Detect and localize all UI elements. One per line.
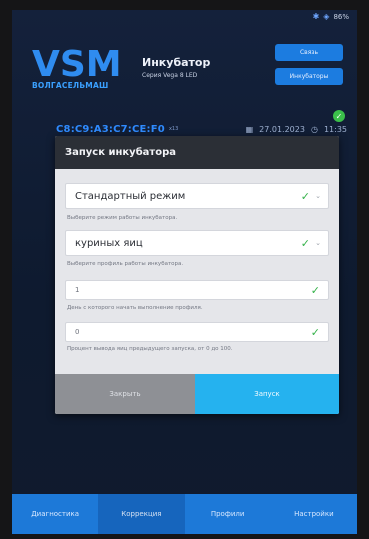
chevron-down-icon: ⌄ xyxy=(315,192,321,200)
device-datetime: ▦ 27.01.2023 ◷ 11:35 xyxy=(246,125,347,134)
status-bar: ✱ ◈ 86% xyxy=(313,12,349,21)
check-icon: ✓ xyxy=(310,325,320,339)
battery-level: 86% xyxy=(333,12,349,21)
incubators-button[interactable]: Инкубаторы xyxy=(275,68,343,85)
start-day-input[interactable]: 1 ✓ xyxy=(65,280,329,300)
dialog-title: Запуск инкубатора xyxy=(65,147,177,158)
app-screen: ✱ ◈ 86% VSM ВОЛГАСЕЛЬМАШ Инкубатор Серия… xyxy=(12,10,357,534)
check-icon: ✓ xyxy=(300,189,310,203)
mode-select-value: Стандартный режим xyxy=(75,190,186,202)
start-day-value: 1 xyxy=(75,286,80,294)
profile-select-value: куриных яиц xyxy=(75,237,143,249)
profile-hint: Выберите профиль работы инкубатора. xyxy=(67,261,184,267)
chevron-down-icon: ⌄ xyxy=(315,239,321,247)
vsm-logo-icon: VSM xyxy=(32,44,122,80)
device-signal: x13 xyxy=(168,126,179,132)
mode-select[interactable]: Стандартный режим ✓ ⌄ xyxy=(65,183,329,209)
device-bezel: ✱ ◈ 86% VSM ВОЛГАСЕЛЬМАШ Инкубатор Серия… xyxy=(0,0,369,539)
tab-diagnostics[interactable]: Диагностика xyxy=(12,494,98,534)
start-day-hint: День с которого начать выполнение профил… xyxy=(67,305,203,311)
device-mac: C8:C9:A3:C7:CE:F0 xyxy=(56,123,165,135)
brand-subtitle: ВОЛГАСЕЛЬМАШ xyxy=(32,81,109,90)
close-button[interactable]: Закрыть xyxy=(55,374,195,414)
device-date: 27.01.2023 xyxy=(259,124,305,134)
hatch-percent-input[interactable]: 0 ✓ xyxy=(65,322,329,342)
check-icon: ✓ xyxy=(310,283,320,297)
hatch-percent-hint: Процент вывода яиц предыдущего запуска, … xyxy=(67,346,233,352)
start-button[interactable]: Запуск xyxy=(195,374,339,414)
clock-icon: ◷ xyxy=(310,124,318,134)
device-info-row: C8:C9:A3:C7:CE:F0 x13 ▦ 27.01.2023 ◷ 11:… xyxy=(56,121,347,137)
tab-correction[interactable]: Коррекция xyxy=(98,494,185,534)
app-subtitle: Серия Vega 8 LED xyxy=(142,72,198,79)
bluetooth-icon: ✱ xyxy=(312,12,320,21)
hatch-percent-value: 0 xyxy=(75,328,80,336)
tab-profiles[interactable]: Профили xyxy=(185,494,271,534)
wifi-icon: ◈ xyxy=(323,12,330,21)
profile-select[interactable]: куриных яиц ✓ ⌄ xyxy=(65,230,329,256)
calendar-icon: ▦ xyxy=(245,124,254,134)
bottom-tab-bar: Диагностика Коррекция Профили Настройки xyxy=(12,494,357,534)
app-title: Инкубатор xyxy=(142,56,211,69)
app-title-block: Инкубатор Серия Vega 8 LED xyxy=(142,56,210,79)
check-icon: ✓ xyxy=(300,236,310,250)
svg-text:VSM: VSM xyxy=(32,44,122,80)
start-incubator-dialog: Запуск инкубатора Стандартный режим ✓ ⌄ … xyxy=(55,136,339,414)
dialog-header: Запуск инкубатора xyxy=(55,136,339,169)
mode-hint: Выберите режим работы инкубатора. xyxy=(67,215,178,221)
dialog-actions: Закрыть Запуск xyxy=(55,374,339,414)
brand-logo: VSM ВОЛГАСЕЛЬМАШ xyxy=(32,44,122,90)
device-time: 11:35 xyxy=(323,124,347,134)
links-button[interactable]: Связь xyxy=(275,44,343,61)
tab-settings[interactable]: Настройки xyxy=(271,494,357,534)
